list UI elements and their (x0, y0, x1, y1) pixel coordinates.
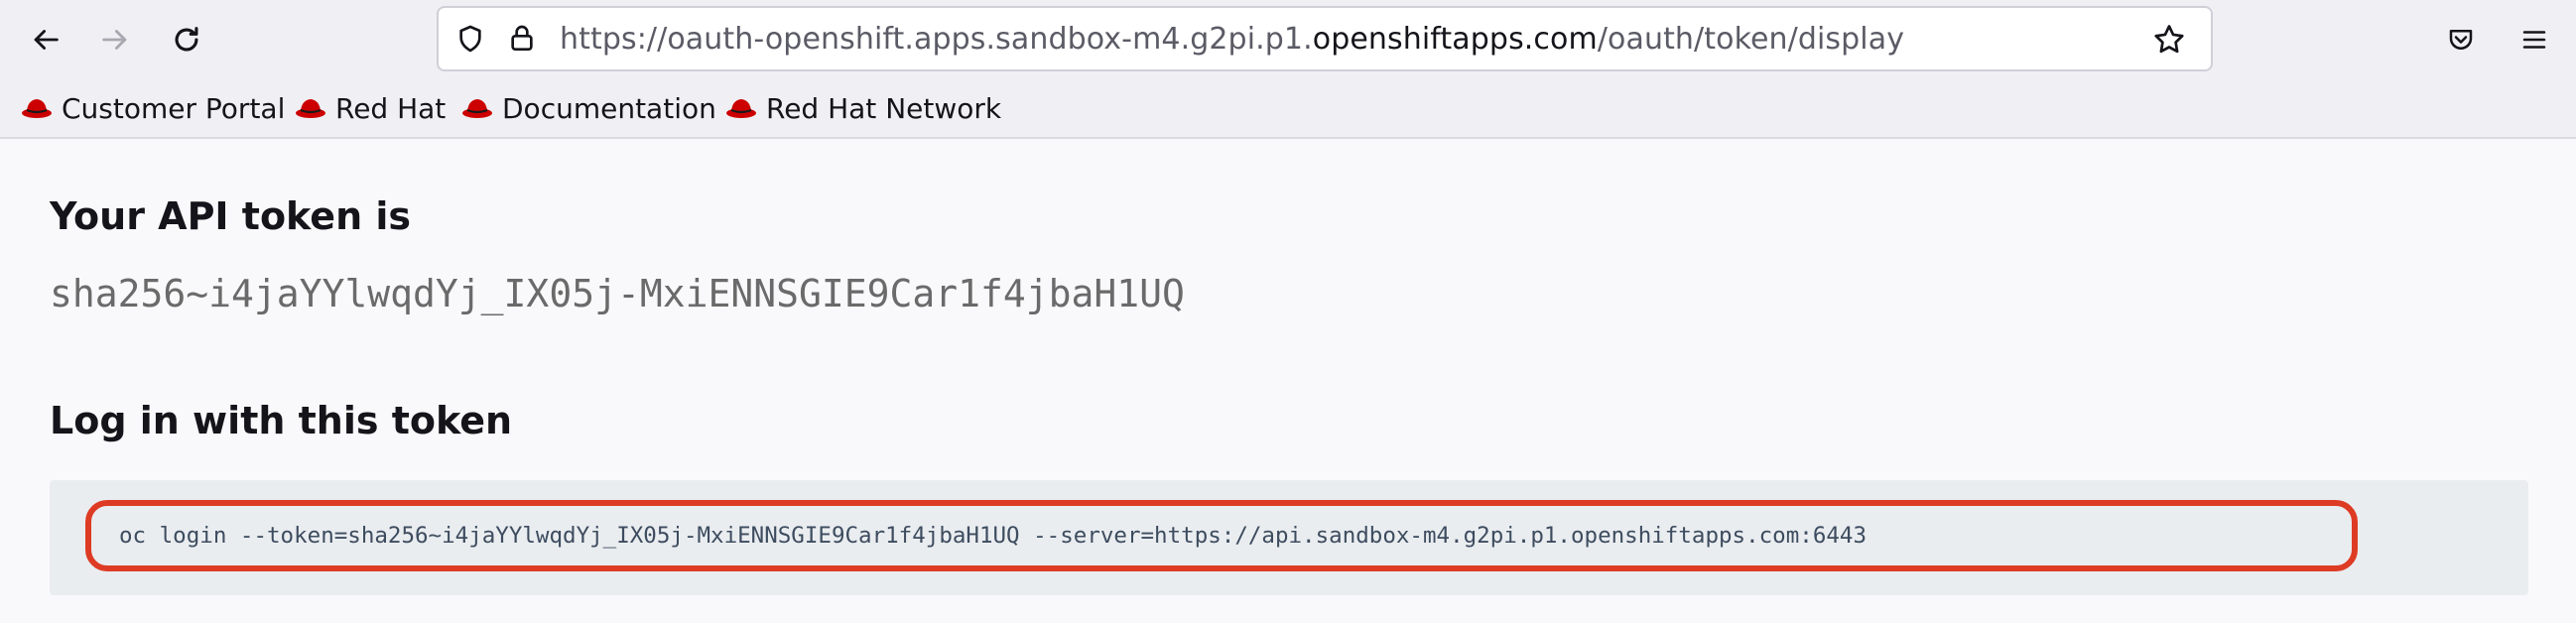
redhat-icon (22, 99, 52, 118)
bookmark-customer-portal[interactable]: Customer Portal (20, 85, 285, 131)
site-security-button[interactable] (504, 21, 540, 57)
arrow-right-icon (102, 30, 127, 50)
shield-icon (459, 25, 481, 53)
url-bar[interactable]: https://oauth-openshift.apps.sandbox-m4.… (437, 6, 2213, 71)
url-text[interactable]: https://oauth-openshift.apps.sandbox-m4.… (560, 20, 1904, 60)
star-icon (2154, 25, 2184, 54)
pocket-icon (2449, 30, 2473, 50)
login-command[interactable]: oc login --token=sha256~i4jaYYlwqdYj_IX0… (119, 514, 1867, 558)
bookmark-label: Documentation (502, 91, 716, 125)
reload-button[interactable] (159, 12, 214, 67)
forward-button[interactable] (87, 12, 143, 67)
back-button[interactable] (18, 12, 73, 67)
bookmark-page-button[interactable] (2149, 20, 2189, 60)
url-domain: openshiftapps.com (1312, 22, 1598, 57)
page-content: Your API token is sha256~i4jaYYlwqdYj_IX… (0, 139, 2576, 623)
pocket-button[interactable] (2435, 14, 2487, 65)
url-prefix: https://oauth-openshift.apps.sandbox-m4.… (560, 22, 1313, 57)
bookmark-red-hat[interactable]: Red Hat (294, 85, 446, 131)
tracking-protection-button[interactable] (452, 21, 488, 57)
bookmarks-toolbar: Customer Portal Red Hat Documentation Re… (0, 79, 2576, 139)
hamburger-menu-icon (2522, 31, 2546, 49)
bookmark-label: Customer Portal (62, 91, 286, 125)
lock-icon (511, 25, 533, 51)
login-command-block: oc login --token=sha256~i4jaYYlwqdYj_IX0… (50, 480, 2528, 595)
redhat-icon (726, 99, 756, 118)
token-value: sha256~i4jaYYlwqdYj_IX05j-MxiENNSGIE9Car… (50, 272, 1185, 315)
redhat-icon (296, 99, 325, 118)
redhat-icon (462, 99, 492, 118)
login-heading: Log in with this token (50, 399, 513, 442)
bookmark-label: Red Hat Network (766, 91, 1002, 125)
url-path: /oauth/token/display (1597, 22, 1905, 57)
token-heading: Your API token is (50, 194, 412, 238)
reload-icon (175, 27, 198, 52)
bookmark-red-hat-network[interactable]: Red Hat Network (724, 85, 1001, 131)
arrow-left-icon (34, 30, 59, 50)
browser-toolbar: https://oauth-openshift.apps.sandbox-m4.… (0, 0, 2576, 79)
app-menu-button[interactable] (2509, 14, 2560, 65)
bookmark-label: Red Hat (335, 91, 447, 125)
bookmark-documentation[interactable]: Documentation (460, 85, 716, 131)
